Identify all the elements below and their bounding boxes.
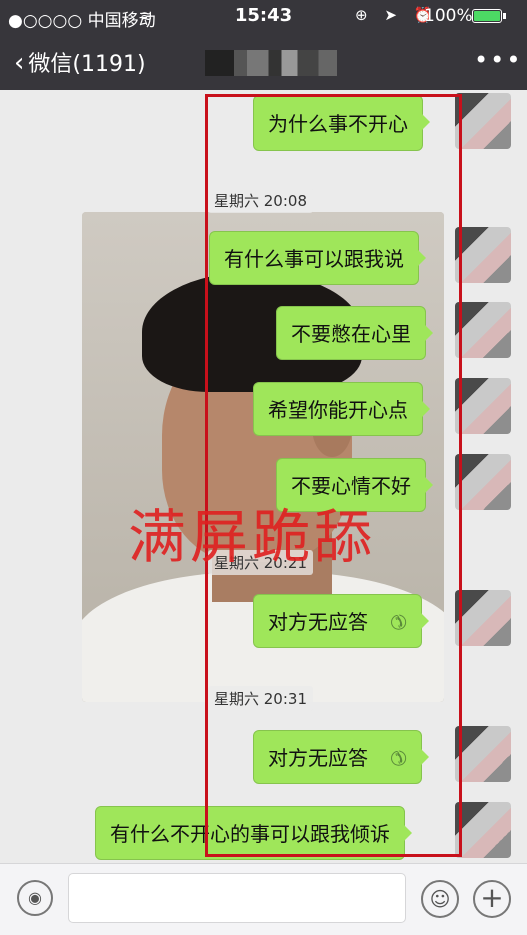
- message-bubble[interactable]: 为什么事不开心: [253, 95, 430, 151]
- more-button[interactable]: •••: [474, 46, 522, 74]
- avatar[interactable]: [455, 802, 511, 858]
- status-bar: ●○○○○ 中国移动 ≋ 15:43 ⊕ ➤ ⏰ 100%: [0, 0, 527, 34]
- message-bubble[interactable]: 对方无应答 ✆: [253, 730, 429, 784]
- battery-percent: 100%: [424, 6, 473, 26]
- timestamp: 星期六 20:31: [208, 686, 313, 711]
- avatar[interactable]: [455, 454, 511, 510]
- chat-area[interactable]: 为什么事不开心 星期六 20:08 有什么事可以跟我说 不要憋在心里 希望你能开…: [0, 90, 527, 863]
- message-text: 对方无应答: [268, 746, 368, 770]
- avatar[interactable]: [455, 590, 511, 646]
- nav-bar: ‹ 微信(1191) •••: [0, 34, 527, 90]
- message-bubble[interactable]: 不要憋在心里: [276, 306, 433, 360]
- emoji-button[interactable]: ☺: [421, 880, 459, 918]
- chevron-left-icon: ‹: [14, 48, 25, 78]
- message-text: 对方无应答: [268, 610, 368, 634]
- avatar[interactable]: [455, 378, 511, 434]
- voice-icon: ◉: [28, 888, 42, 907]
- message-text: 不要憋在心里: [291, 322, 411, 346]
- voice-button[interactable]: ◉: [17, 880, 53, 916]
- back-button[interactable]: ‹ 微信(1191): [14, 46, 146, 78]
- message-bubble[interactable]: 有什么不开心的事可以跟我倾诉: [95, 806, 412, 860]
- avatar[interactable]: [455, 93, 511, 149]
- avatar[interactable]: [455, 726, 511, 782]
- avatar[interactable]: [455, 302, 511, 358]
- battery-cap: [503, 13, 506, 19]
- emoji-icon: ☺: [429, 887, 451, 911]
- contact-name-blurred: [205, 50, 337, 76]
- input-bar: ◉ ☺ +: [0, 863, 527, 935]
- overlay-caption: 满屏跪舔: [128, 503, 377, 571]
- message-text: 有什么不开心的事可以跟我倾诉: [110, 822, 390, 846]
- message-text: 有什么事可以跟我说: [224, 247, 404, 271]
- back-label: 微信(1191): [28, 52, 146, 77]
- message-input[interactable]: [68, 873, 406, 923]
- message-bubble[interactable]: 对方无应答 ✆: [253, 594, 429, 648]
- phone-icon: ✆: [383, 743, 413, 773]
- message-bubble[interactable]: 希望你能开心点: [253, 382, 430, 436]
- plus-icon: +: [480, 881, 504, 914]
- phone-icon: ✆: [383, 607, 413, 637]
- message-text: 为什么事不开心: [268, 112, 408, 136]
- timestamp: 星期六 20:08: [208, 188, 313, 213]
- avatar[interactable]: [455, 227, 511, 283]
- more-actions-button[interactable]: +: [473, 880, 511, 918]
- message-bubble[interactable]: 有什么事可以跟我说: [209, 231, 426, 285]
- message-text: 希望你能开心点: [268, 398, 408, 422]
- battery-icon: [472, 9, 502, 23]
